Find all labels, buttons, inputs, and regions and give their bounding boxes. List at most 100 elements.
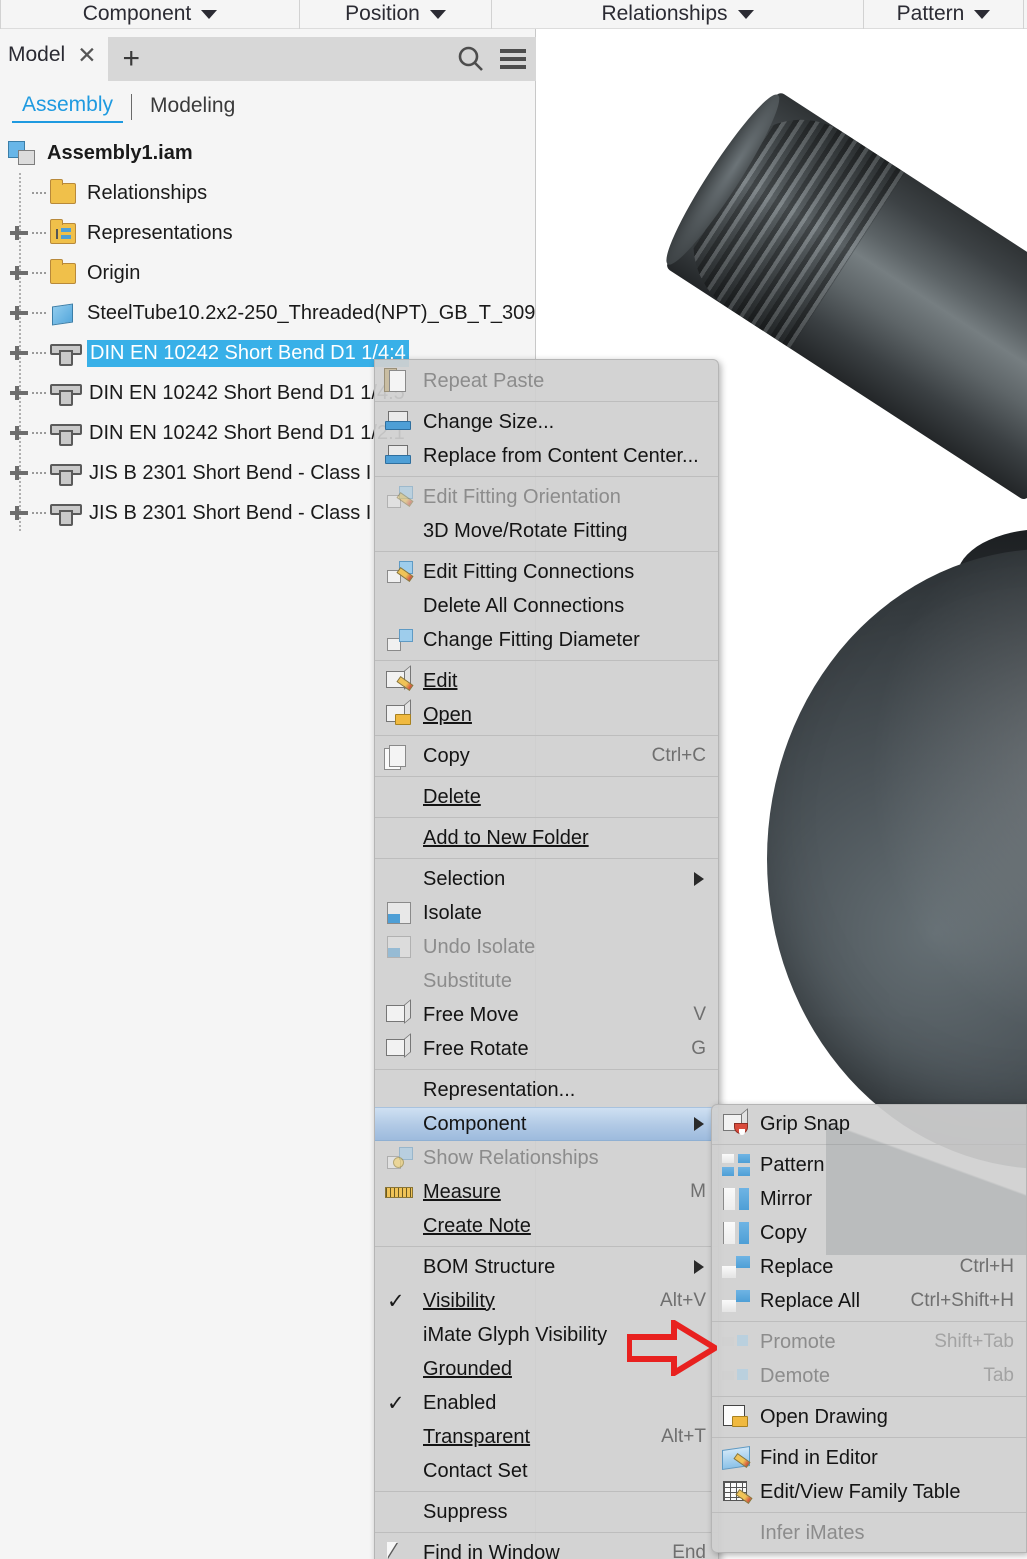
chevron-down-icon[interactable] [429, 9, 446, 19]
menu-item-promote[interactable]: Promote Shift+Tab [712, 1325, 1026, 1359]
menu-item-demote[interactable]: Demote Tab [712, 1359, 1026, 1393]
menu-item-open-drawing[interactable]: Open Drawing [712, 1400, 1026, 1434]
menu-item-find-in-editor[interactable]: Find in Editor [712, 1441, 1026, 1475]
menu-item-component[interactable]: Component [375, 1107, 718, 1141]
menu-item-label: Copy [760, 1221, 807, 1244]
menu-item-edit-fitting-orientation[interactable]: Edit Fitting Orientation [375, 480, 718, 514]
tree-row[interactable]: Relationships [0, 173, 536, 213]
tree-expander[interactable] [8, 222, 30, 244]
menu-item-grip-snap[interactable]: Grip Snap [712, 1107, 1026, 1141]
tab-assembly[interactable]: Assembly [12, 91, 124, 123]
chevron-down-icon[interactable] [974, 9, 991, 19]
ribbon-panel-position[interactable]: Position [300, 0, 492, 29]
menu-item-enabled[interactable]: ✓ Enabled [375, 1386, 718, 1420]
menu-item-show-relationships[interactable]: Show Relationships [375, 1141, 718, 1175]
replace-content-center-icon [383, 443, 415, 469]
menu-item-label: Mirror [760, 1187, 813, 1210]
menu-item-suppress[interactable]: Suppress [375, 1495, 718, 1529]
tree-row[interactable]: Assembly1.iam [0, 133, 536, 173]
tab-modeling[interactable]: Modeling [140, 92, 245, 122]
tree-connector [32, 472, 48, 474]
menu-item-visibility[interactable]: ✓ Visibility Alt+V [375, 1284, 718, 1318]
tree-item-label: DIN EN 10242 Short Bend D1 1/2:1 [89, 421, 405, 444]
menu-item-find-in-window[interactable]: Find in Window End [375, 1536, 718, 1559]
tree-expander[interactable] [8, 262, 30, 284]
menu-item-edit-fitting-connections[interactable]: Edit Fitting Connections [375, 555, 718, 589]
menu-item-replace-all[interactable]: Replace All Ctrl+Shift+H [712, 1284, 1026, 1318]
demote-icon [720, 1363, 752, 1389]
tree-expander[interactable] [8, 302, 30, 324]
tree-expander[interactable] [8, 462, 30, 484]
menu-item-delete[interactable]: Delete [375, 780, 718, 814]
ribbon-bar: Component Position Relationships Pattern [0, 0, 1027, 29]
menu-item-replace-from-content-center[interactable]: Replace from Content Center... [375, 439, 718, 473]
tree-expander[interactable] [8, 342, 30, 364]
menu-item-free-rotate[interactable]: Free Rotate G [375, 1032, 718, 1066]
menu-item-open[interactable]: Open [375, 698, 718, 732]
menu-item-label: Grip Snap [760, 1112, 851, 1135]
menu-item-free-move[interactable]: Free Move V [375, 998, 718, 1032]
menu-item-mirror[interactable]: Mirror [712, 1182, 1026, 1216]
menu-item-delete-all-connections[interactable]: Delete All Connections [375, 589, 718, 623]
menu-item-infer-imates[interactable]: Infer iMates [712, 1516, 1026, 1550]
none-icon [383, 1213, 415, 1239]
browser-tab-model[interactable]: Model ✕ [0, 29, 108, 81]
menu-item-add-to-new-folder[interactable]: Add to New Folder [375, 821, 718, 855]
menu-item-label: Measure [423, 1180, 501, 1203]
ribbon-panel-pattern[interactable]: Pattern [864, 0, 1024, 29]
menu-item-edit-view-family-table[interactable]: Edit/View Family Table [712, 1475, 1026, 1509]
menu-item-transparent[interactable]: Transparent Alt+T [375, 1420, 718, 1454]
menu-item-repeat-paste[interactable]: Repeat Paste [375, 364, 718, 398]
tree-expander[interactable] [8, 382, 30, 404]
menu-item-label: Change Size... [423, 410, 555, 433]
menu-item-accel: Alt+T [661, 1426, 706, 1447]
menu-item-create-note[interactable]: Create Note [375, 1209, 718, 1243]
hamburger-icon[interactable] [500, 49, 526, 69]
menu-item-label: Delete [423, 785, 481, 808]
tree-row[interactable]: SteelTube10.2x2-250_Threaded(NPT)_GB_T_3… [0, 293, 536, 333]
menu-separator [375, 1069, 718, 1070]
menu-separator [375, 1246, 718, 1247]
menu-item-representation[interactable]: Representation... [375, 1073, 718, 1107]
menu-item-contact-set[interactable]: Contact Set [375, 1454, 718, 1488]
menu-item-undo-isolate[interactable]: Undo Isolate [375, 930, 718, 964]
menu-item-pattern[interactable]: Pattern [712, 1148, 1026, 1182]
menu-item-label: Pattern [760, 1153, 825, 1176]
chevron-down-icon[interactable] [737, 9, 754, 19]
menu-separator [375, 401, 718, 402]
open-drawing-icon [720, 1404, 752, 1430]
component-submenu[interactable]: Grip Snap Pattern Mirror Copy Replace Ct… [711, 1104, 1027, 1553]
menu-separator [375, 1491, 718, 1492]
menu-item-replace[interactable]: Replace Ctrl+H [712, 1250, 1026, 1284]
menu-item-bom-structure[interactable]: BOM Structure [375, 1250, 718, 1284]
menu-item-copy[interactable]: Copy Ctrl+C [375, 739, 718, 773]
tree-expander[interactable] [8, 182, 30, 204]
context-menu[interactable]: Repeat Paste Change Size... Replace from… [374, 359, 719, 1559]
search-icon[interactable] [456, 44, 486, 74]
close-icon[interactable]: ✕ [77, 43, 96, 67]
tree-row[interactable]: Origin [0, 253, 536, 293]
menu-item-label: Visibility [423, 1289, 495, 1312]
menu-item-change-fitting-diameter[interactable]: Change Fitting Diameter [375, 623, 718, 657]
undo-isolate-icon [383, 934, 415, 960]
menu-item-isolate[interactable]: Isolate [375, 896, 718, 930]
menu-item-accel: Shift+Tab [934, 1331, 1014, 1352]
menu-item-change-size[interactable]: Change Size... [375, 405, 718, 439]
menu-item-selection[interactable]: Selection [375, 862, 718, 896]
menu-item-edit[interactable]: Edit [375, 664, 718, 698]
threaded-pipe-end-model[interactable] [655, 86, 1027, 502]
menu-item-copy-component[interactable]: Copy [712, 1216, 1026, 1250]
menu-item-3d-move-rotate-fitting[interactable]: 3D Move/Rotate Fitting [375, 514, 718, 548]
tree-row[interactable]: Representations [0, 213, 536, 253]
menu-item-measure[interactable]: Measure M [375, 1175, 718, 1209]
menu-item-substitute[interactable]: Substitute [375, 964, 718, 998]
ribbon-panel-relationships[interactable]: Relationships [492, 0, 864, 29]
ribbon-panel-component[interactable]: Component [0, 0, 300, 29]
chevron-down-icon[interactable] [201, 9, 218, 19]
red-arrow-annotation [627, 1320, 717, 1376]
pipe-elbow-bend-model[interactable] [767, 549, 1027, 1169]
tree-expander[interactable] [8, 422, 30, 444]
tree-expander[interactable] [8, 502, 30, 524]
plus-icon[interactable]: + [122, 44, 140, 74]
grip-snap-icon [720, 1111, 752, 1137]
